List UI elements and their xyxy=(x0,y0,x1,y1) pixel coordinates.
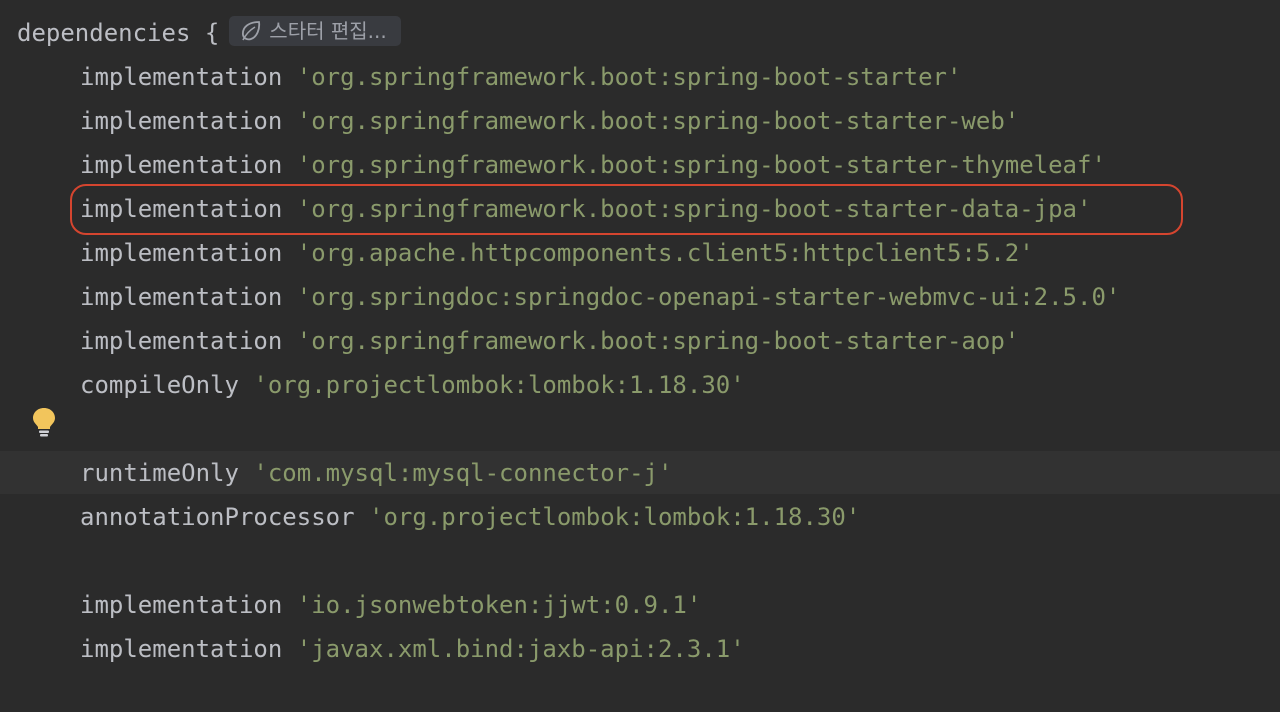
dependencies-keyword: dependencies xyxy=(17,19,191,47)
dependency-keyword: implementation xyxy=(80,151,283,179)
code-line[interactable]: implementation 'org.springframework.boot… xyxy=(0,319,1280,363)
code-line[interactable]: runtimeOnly 'com.mysql:mysql-connector-j… xyxy=(0,451,1280,495)
dependency-keyword: compileOnly xyxy=(80,371,239,399)
code-line[interactable]: annotationProcessor 'org.projectlombok:l… xyxy=(0,495,1280,539)
code-line[interactable]: implementation 'org.springframework.boot… xyxy=(0,99,1280,143)
edit-starters-button[interactable]: 스타터 편집... xyxy=(229,16,401,46)
code-line[interactable]: implementation 'org.springdoc:springdoc-… xyxy=(0,275,1280,319)
dependency-string: 'org.projectlombok:lombok:1.18.30' xyxy=(253,371,745,399)
dependency-string: 'org.springframework.boot:spring-boot-st… xyxy=(296,107,1020,135)
dependency-keyword: implementation xyxy=(80,107,283,135)
dependency-string: 'javax.xml.bind:jaxb-api:2.3.1' xyxy=(296,635,745,663)
code-line[interactable]: compileOnly 'org.projectlombok:lombok:1.… xyxy=(0,363,1280,407)
spring-leaf-icon xyxy=(239,19,263,43)
dependency-keyword: annotationProcessor xyxy=(80,503,355,531)
dependency-string: 'org.springframework.boot:spring-boot-st… xyxy=(296,63,962,91)
annotation-highlight-box xyxy=(70,184,1183,235)
open-brace: { xyxy=(204,19,220,47)
code-line-dependencies[interactable]: dependencies { 스타터 편집... xyxy=(0,11,1280,55)
dependency-keyword: implementation xyxy=(80,239,283,267)
dependency-keyword: implementation xyxy=(80,283,283,311)
code-line-empty[interactable] xyxy=(0,407,1280,451)
dependency-keyword: implementation xyxy=(80,63,283,91)
dependency-keyword: implementation xyxy=(80,591,283,619)
dependency-string: 'org.apache.httpcomponents.client5:httpc… xyxy=(296,239,1034,267)
code-line[interactable]: implementation 'org.apache.httpcomponent… xyxy=(0,231,1280,275)
dependency-string: 'org.projectlombok:lombok:1.18.30' xyxy=(369,503,861,531)
code-line[interactable]: implementation 'javax.xml.bind:jaxb-api:… xyxy=(0,627,1280,671)
dependency-string: 'io.jsonwebtoken:jjwt:0.9.1' xyxy=(296,591,702,619)
dependency-string: 'org.springframework.boot:spring-boot-st… xyxy=(296,327,1020,355)
dependency-keyword: runtimeOnly xyxy=(80,459,239,487)
code-editor[interactable]: dependencies { 스타터 편집... implementation '… xyxy=(0,0,1280,712)
lightbulb-icon[interactable] xyxy=(31,406,57,438)
code-line[interactable]: implementation 'org.springframework.boot… xyxy=(0,55,1280,99)
dependency-string: 'org.springdoc:springdoc-openapi-starter… xyxy=(296,283,1121,311)
edit-starters-label: 스타터 편집... xyxy=(269,19,387,43)
dependency-keyword: implementation xyxy=(80,327,283,355)
dependency-string: 'com.mysql:mysql-connector-j' xyxy=(253,459,673,487)
code-line-empty[interactable] xyxy=(0,539,1280,583)
code-line[interactable]: implementation 'io.jsonwebtoken:jjwt:0.9… xyxy=(0,583,1280,627)
code-line[interactable]: implementation 'org.springframework.boot… xyxy=(0,143,1280,187)
dependency-string: 'org.springframework.boot:spring-boot-st… xyxy=(296,151,1106,179)
dependency-keyword: implementation xyxy=(80,635,283,663)
